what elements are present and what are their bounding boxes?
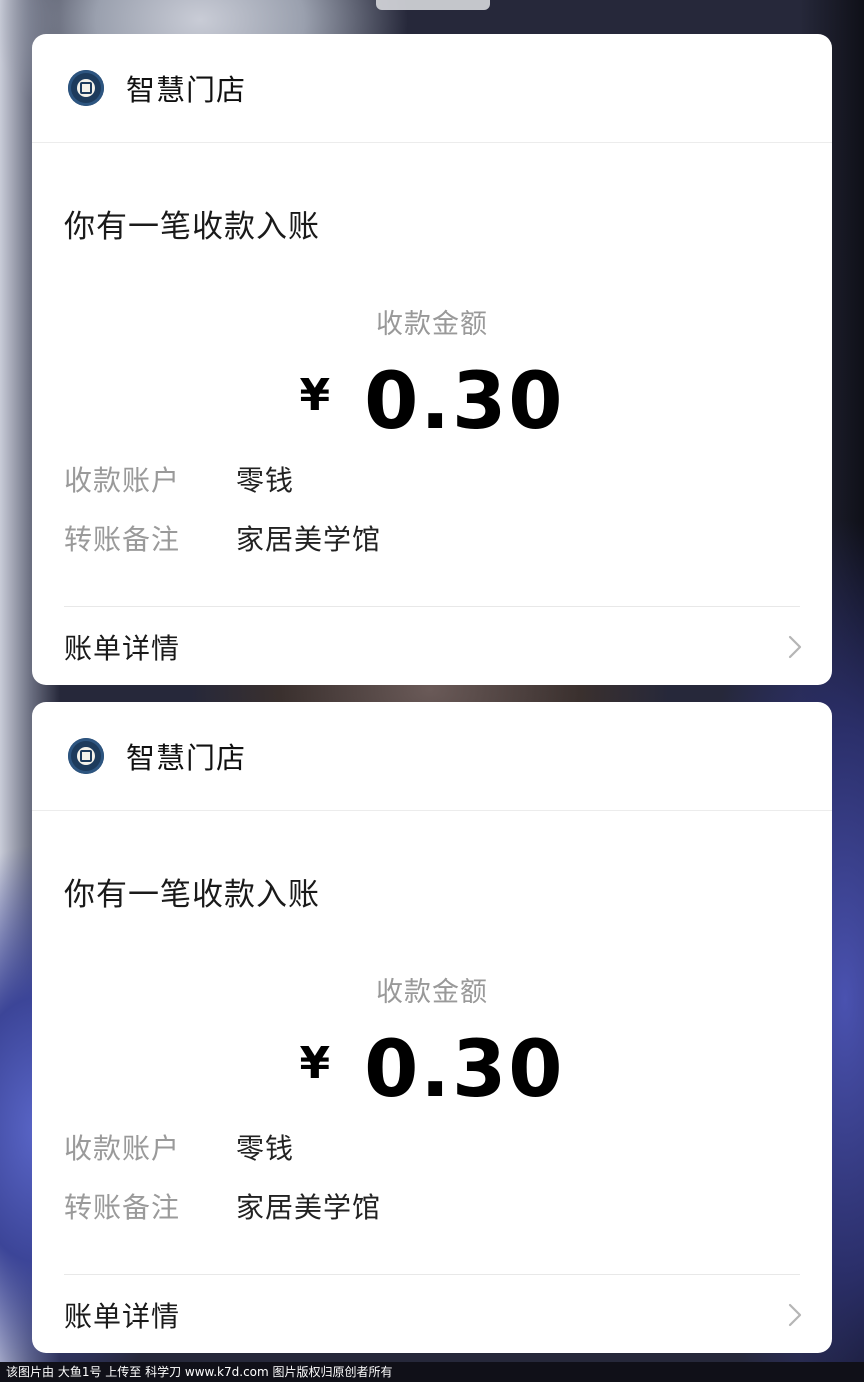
currency-symbol: ¥ <box>299 370 331 421</box>
chevron-right-icon <box>788 635 802 659</box>
top-handle <box>376 0 490 10</box>
note-value: 家居美学馆 <box>236 1191 382 1224</box>
bill-detail-label: 账单详情 <box>64 632 181 665</box>
card-header: 智慧门店 <box>32 34 832 143</box>
amount-label: 收款金额 <box>376 977 488 1008</box>
store-logo-icon <box>68 70 104 106</box>
currency-symbol: ¥ <box>299 1038 331 1089</box>
account-value: 零钱 <box>236 1132 295 1165</box>
payment-notification-card: 智慧门店 你有一笔收款入账 收款金额 ¥0.30 收款账户 零钱 转账备注 家居… <box>32 34 832 685</box>
card-header: 智慧门店 <box>32 702 832 811</box>
bill-detail-link[interactable]: 账单详情 <box>32 607 832 685</box>
merchant-name: 智慧门店 <box>126 73 247 107</box>
chevron-right-icon <box>788 1303 802 1327</box>
amount-value: 0.30 <box>364 1025 565 1115</box>
amount-display: ¥0.30 <box>32 1031 832 1109</box>
note-value: 家居美学馆 <box>236 523 382 556</box>
bill-detail-label: 账单详情 <box>64 1300 181 1333</box>
account-value: 零钱 <box>236 464 295 497</box>
note-label: 转账备注 <box>64 1191 181 1224</box>
note-row: 转账备注 家居美学馆 <box>64 1194 832 1222</box>
notification-title: 你有一笔收款入账 <box>64 209 320 245</box>
note-row: 转账备注 家居美学馆 <box>64 526 832 554</box>
note-label: 转账备注 <box>64 523 181 556</box>
notification-title: 你有一笔收款入账 <box>64 877 320 913</box>
amount-label: 收款金额 <box>376 309 488 340</box>
account-row: 收款账户 零钱 <box>64 1135 832 1163</box>
account-row: 收款账户 零钱 <box>64 467 832 495</box>
merchant-name: 智慧门店 <box>126 741 247 775</box>
bill-detail-link[interactable]: 账单详情 <box>32 1275 832 1353</box>
account-label: 收款账户 <box>64 1132 181 1165</box>
store-logo-icon <box>68 738 104 774</box>
amount-value: 0.30 <box>364 357 565 447</box>
payment-notification-card: 智慧门店 你有一笔收款入账 收款金额 ¥0.30 收款账户 零钱 转账备注 家居… <box>32 702 832 1353</box>
watermark-footer: 该图片由 大鱼1号 上传至 科学刀 www.k7d.com 图片版权归原创者所有 <box>0 1362 864 1382</box>
amount-display: ¥0.30 <box>32 363 832 441</box>
account-label: 收款账户 <box>64 464 181 497</box>
